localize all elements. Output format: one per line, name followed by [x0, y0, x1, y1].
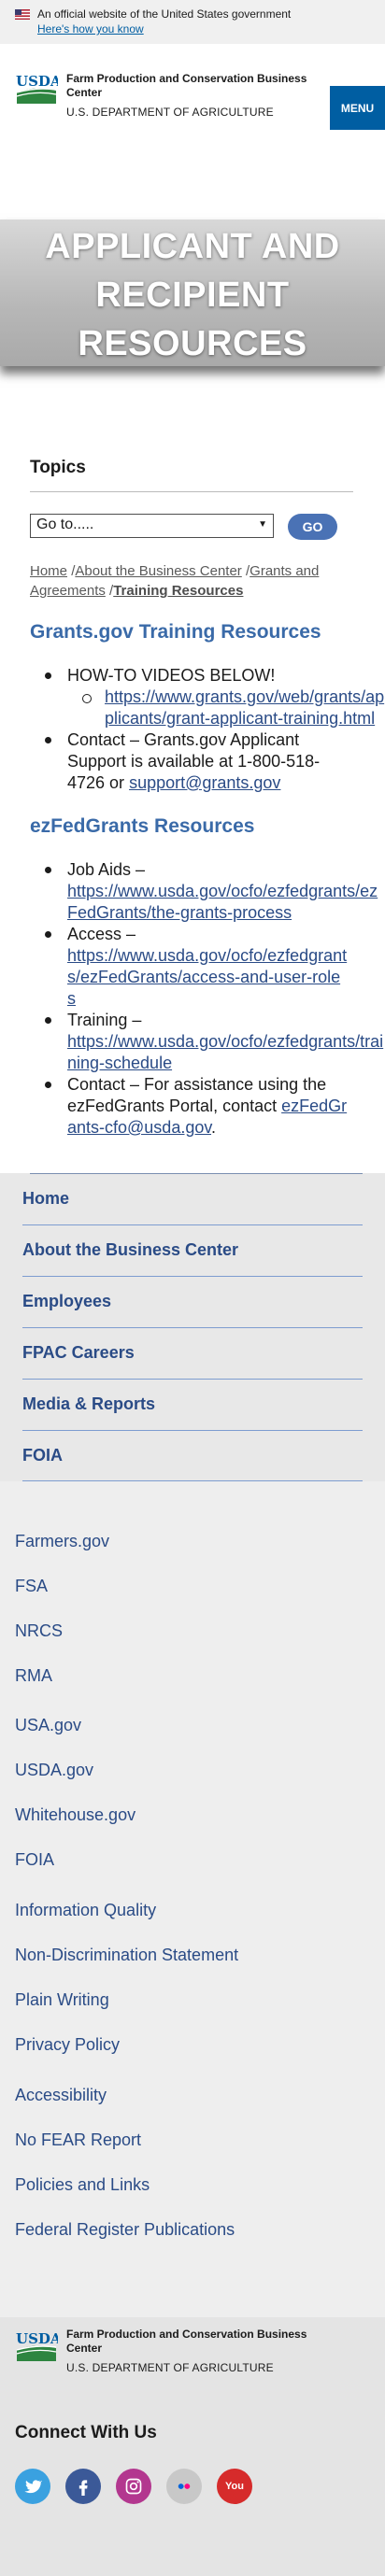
page-title-line-3: RESOURCES: [78, 324, 307, 363]
footer-link-whitehouse[interactable]: Whitehouse.gov: [15, 1805, 135, 1825]
footer-link-accessibility[interactable]: Accessibility: [15, 2086, 107, 2105]
footer-agency-name[interactable]: Farm Production and Conservation Busines…: [66, 2328, 337, 2356]
footer-link-plain-writing[interactable]: Plain Writing: [15, 1990, 109, 2010]
svg-text:USDA: USDA: [16, 2330, 58, 2347]
access-label: Access –: [67, 925, 136, 943]
footer-link-usda-gov[interactable]: USDA.gov: [15, 1761, 93, 1780]
gov-banner: An official website of the United States…: [0, 0, 385, 44]
menu-button[interactable]: MENU: [330, 86, 385, 130]
list-item: https://www.grants.gov/web/grants/applic…: [82, 686, 385, 729]
gov-banner-link[interactable]: Here's how you know: [37, 22, 144, 35]
department-name: U.S. DEPARTMENT OF AGRICULTURE: [66, 106, 274, 119]
footer-nav-employees[interactable]: Employees: [22, 1292, 363, 1311]
youtube-icon[interactable]: You: [217, 2469, 252, 2504]
nav-divider: [22, 1379, 363, 1380]
connect-heading: Connect With Us: [15, 2423, 157, 2442]
us-flag-icon: [15, 9, 30, 20]
footer-link-nrcs[interactable]: NRCS: [15, 1621, 63, 1641]
topics-divider: [30, 491, 353, 492]
footer-nav-foia[interactable]: FOIA: [22, 1446, 363, 1465]
support-email-link[interactable]: support@grants.gov: [129, 773, 280, 792]
footer-nav-top-divider: [30, 1173, 363, 1174]
grants-gov-heading: Grants.gov Training Resources: [30, 621, 321, 643]
page-title-line-1: APPLICANT AND: [45, 227, 340, 266]
ezfedgrants-list: Job Aids – https://www.usda.gov/ocfo/ezf…: [45, 859, 383, 1139]
list-item: Job Aids – https://www.usda.gov/ocfo/ezf…: [45, 859, 378, 924]
youtube-icon-label: You: [225, 2481, 244, 2492]
twitter-icon[interactable]: [15, 2469, 50, 2504]
list-item: Contact – Grants.gov Applicant Support i…: [45, 729, 348, 794]
footer-nav-careers[interactable]: FPAC Careers: [22, 1343, 363, 1363]
breadcrumb-about[interactable]: About the Business Center: [75, 563, 241, 579]
breadcrumb-current: Training Resources: [113, 583, 244, 599]
footer-link-rma[interactable]: RMA: [15, 1666, 52, 1686]
gov-banner-text: An official website of the United States…: [37, 7, 292, 21]
footer-link-federal-register[interactable]: Federal Register Publications: [15, 2220, 235, 2240]
page-title-line-2: RECIPIENT: [95, 276, 290, 315]
footer-link-policies[interactable]: Policies and Links: [15, 2175, 150, 2195]
nav-divider: [22, 1276, 363, 1277]
flickr-icon[interactable]: [166, 2469, 202, 2504]
list-item: Access – https://www.usda.gov/ocfo/ezfed…: [45, 924, 348, 1010]
agency-name[interactable]: Farm Production and Conservation Busines…: [66, 72, 319, 100]
how-to-videos-text: HOW-TO VIDEOS BELOW!: [67, 666, 276, 685]
list-item: Training – https://www.usda.gov/ocfo/ezf…: [45, 1010, 383, 1074]
period: .: [211, 1118, 217, 1137]
page-title: APPLICANT AND RECIPIENT RESOURCES: [0, 222, 385, 368]
footer-link-foia[interactable]: FOIA: [15, 1850, 54, 1870]
usda-logo[interactable]: USDA: [15, 2329, 58, 2361]
topics-select[interactable]: Go to..... ▼: [30, 514, 274, 538]
footer-nav-about[interactable]: About the Business Center: [22, 1240, 363, 1260]
nav-divider: [22, 1327, 363, 1328]
job-aids-link[interactable]: https://www.usda.gov/ocfo/ezfedgrants/ez…: [67, 881, 385, 924]
footer-link-non-discrimination[interactable]: Non-Discrimination Statement: [15, 1946, 238, 1965]
facebook-icon[interactable]: [65, 2469, 101, 2504]
footer-nav-media[interactable]: Media & Reports: [22, 1394, 363, 1414]
footer-link-fsa[interactable]: FSA: [15, 1577, 48, 1596]
breadcrumb: Home /About the Business Center /Grants …: [30, 561, 357, 601]
instagram-icon[interactable]: [116, 2469, 151, 2504]
nav-divider: [22, 1224, 363, 1225]
footer-link-information-quality[interactable]: Information Quality: [15, 1901, 156, 1920]
topics-select-value: Go to.....: [36, 517, 94, 532]
training-label: Training –: [67, 1011, 142, 1029]
topics-heading: Topics: [30, 458, 86, 477]
access-link[interactable]: https://www.usda.gov/ocfo/ezfedgrants/ez…: [67, 945, 348, 1010]
footer-link-no-fear[interactable]: No FEAR Report: [15, 2130, 141, 2150]
job-aids-label: Job Aids –: [67, 860, 146, 879]
breadcrumb-home[interactable]: Home: [30, 563, 67, 579]
grants-training-link[interactable]: https://www.grants.gov/web/grants/applic…: [105, 686, 385, 729]
nav-divider: [22, 1430, 363, 1431]
training-link[interactable]: https://www.usda.gov/ocfo/ezfedgrants/tr…: [67, 1031, 385, 1074]
list-item: HOW-TO VIDEOS BELOW! https://www.grants.…: [45, 665, 385, 729]
footer-link-farmers[interactable]: Farmers.gov: [15, 1532, 109, 1551]
usda-logo-text: USDA: [16, 73, 58, 90]
grants-sub-list: https://www.grants.gov/web/grants/applic…: [82, 686, 385, 729]
go-button[interactable]: GO: [288, 514, 337, 540]
list-item: Contact – For assistance using the ezFed…: [45, 1074, 348, 1139]
footer-department-name: U.S. DEPARTMENT OF AGRICULTURE: [66, 2361, 274, 2374]
chevron-down-icon: ▼: [258, 519, 267, 530]
grants-gov-list: HOW-TO VIDEOS BELOW! https://www.grants.…: [45, 665, 385, 794]
footer-nav-home[interactable]: Home: [22, 1189, 363, 1209]
usda-logo[interactable]: USDA: [15, 72, 58, 104]
site-header: USDA Farm Production and Conservation Bu…: [0, 44, 385, 130]
footer-link-usa-gov[interactable]: USA.gov: [15, 1716, 81, 1735]
footer-link-privacy-policy[interactable]: Privacy Policy: [15, 2035, 120, 2055]
ezfedgrants-heading: ezFedGrants Resources: [30, 815, 255, 837]
